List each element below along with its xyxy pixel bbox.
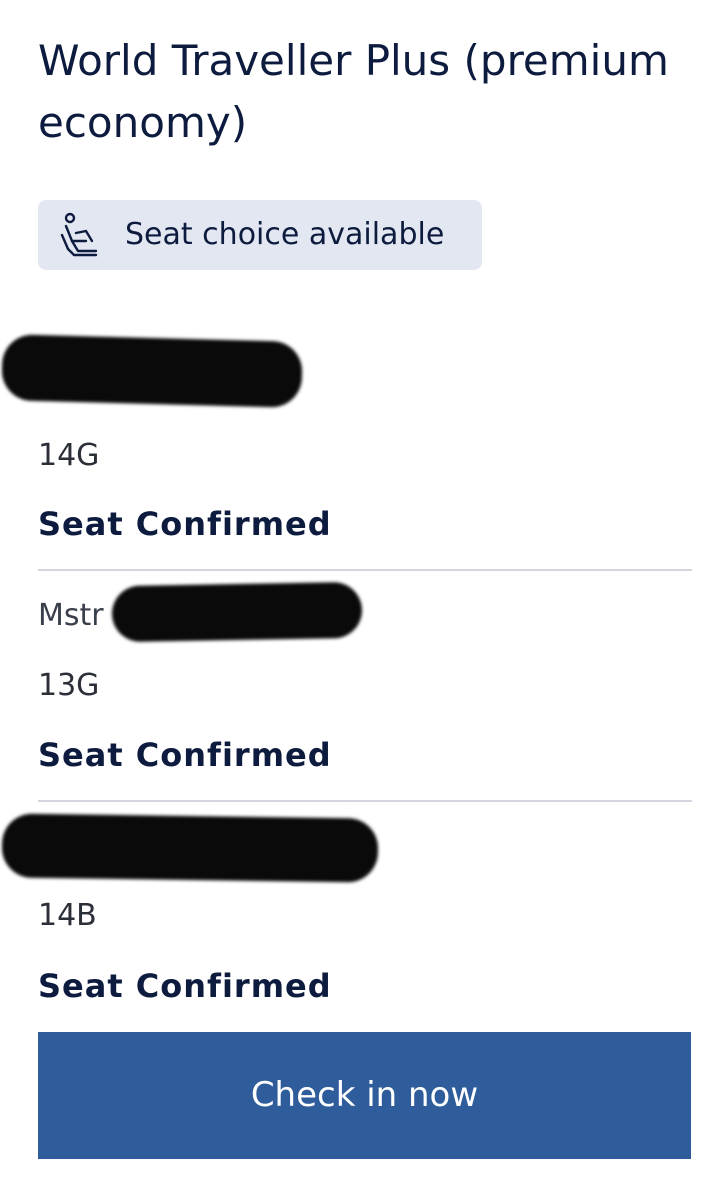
redaction-mark (111, 581, 363, 643)
seat-choice-label: Seat choice available (125, 217, 445, 252)
seat-status: Seat Confirmed (38, 736, 332, 774)
passenger-name: Mstr (38, 598, 104, 633)
seat-number: 14G (38, 438, 100, 473)
cabin-title: World Traveller Plus (premium economy) (38, 36, 669, 147)
seat-status: Seat Confirmed (38, 967, 332, 1005)
check-in-button[interactable]: Check in now (38, 1032, 691, 1159)
seat-icon (60, 212, 98, 257)
divider (38, 569, 692, 571)
redaction-mark (1, 813, 379, 883)
seat-number: 13G (38, 668, 100, 703)
redaction-mark (1, 334, 303, 408)
seat-status: Seat Confirmed (38, 505, 332, 543)
divider (38, 800, 692, 802)
seat-number: 14B (38, 898, 97, 933)
seat-choice-badge[interactable]: Seat choice available (38, 200, 482, 270)
